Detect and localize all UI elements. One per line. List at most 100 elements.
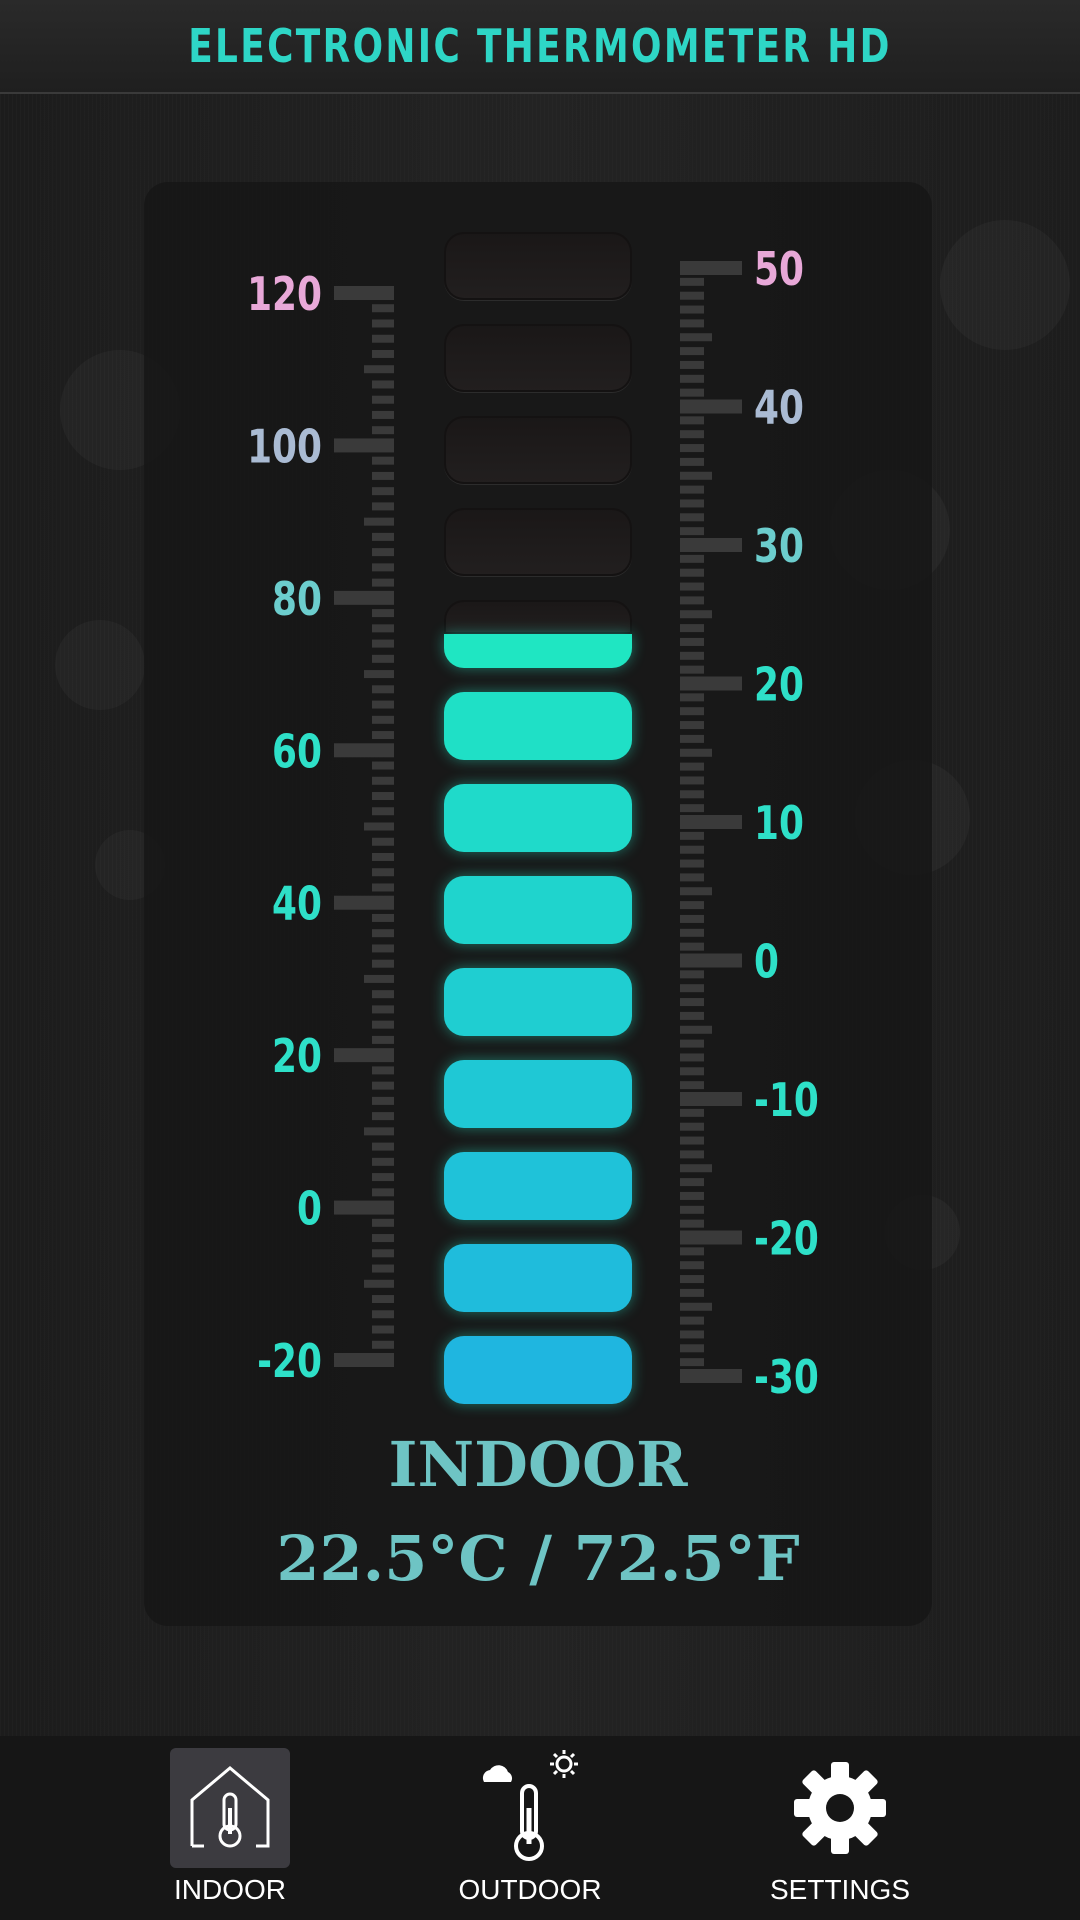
celsius-tick — [680, 624, 704, 633]
celsius-tick — [680, 815, 742, 829]
fahrenheit-label: 40 — [272, 877, 322, 931]
fahrenheit-tick — [372, 1112, 394, 1121]
celsius-tick — [680, 1275, 704, 1284]
celsius-tick — [680, 953, 742, 968]
celsius-tick — [680, 1150, 704, 1159]
celsius-tick — [680, 928, 704, 937]
fahrenheit-tick — [364, 1127, 394, 1136]
fahrenheit-tick — [364, 670, 394, 679]
celsius-tick — [680, 610, 712, 619]
fahrenheit-label: 60 — [272, 725, 322, 779]
celsius-label: -20 — [754, 1212, 819, 1266]
thermometer-segment-unlit — [444, 508, 632, 576]
thermometer-segment-unlit — [444, 324, 632, 392]
celsius-tick — [680, 347, 704, 356]
celsius-tick — [680, 444, 704, 453]
celsius-tick — [680, 457, 704, 466]
celsius-tick — [680, 942, 704, 951]
fahrenheit-label: 0 — [297, 1182, 322, 1236]
fahrenheit-tick — [372, 471, 394, 480]
thermometer-segment-lit — [444, 692, 632, 760]
fahrenheit-tick — [372, 1264, 394, 1273]
celsius-tick — [680, 538, 742, 552]
celsius-tick — [680, 527, 704, 536]
fahrenheit-tick — [334, 590, 394, 605]
celsius-tick — [680, 651, 704, 660]
celsius-tick — [680, 721, 704, 730]
fahrenheit-label: -20 — [257, 1335, 322, 1389]
fahrenheit-tick — [372, 1035, 394, 1044]
fahrenheit-tick — [372, 731, 394, 740]
celsius-tick — [680, 873, 704, 882]
celsius-tick — [680, 305, 704, 314]
celsius-tick — [680, 845, 704, 854]
celsius-tick — [680, 693, 704, 702]
nav-label: INDOOR — [174, 1874, 286, 1905]
celsius-tick — [680, 707, 704, 716]
fahrenheit-tick — [334, 1048, 394, 1063]
fahrenheit-tick — [372, 548, 394, 557]
fahrenheit-tick — [372, 639, 394, 648]
fahrenheit-tick — [372, 380, 394, 389]
fahrenheit-tick — [372, 624, 394, 633]
fahrenheit-tick — [372, 929, 394, 938]
celsius-tick — [680, 261, 742, 275]
fahrenheit-label: 80 — [272, 572, 322, 626]
fahrenheit-tick — [372, 304, 394, 313]
fahrenheit-label: 100 — [247, 420, 322, 474]
fahrenheit-tick — [364, 517, 394, 526]
fahrenheit-ticks — [334, 286, 394, 1367]
celsius-tick — [680, 637, 704, 646]
fahrenheit-tick — [372, 654, 394, 663]
fahrenheit-tick — [372, 319, 394, 328]
thermometer-segment-lit — [444, 1336, 632, 1404]
celsius-tick — [680, 1053, 704, 1062]
nav-settings[interactable]: SETTINGS — [710, 1736, 970, 1920]
fahrenheit-tick — [372, 715, 394, 724]
nav-label: OUTDOOR — [458, 1874, 602, 1905]
celsius-tick — [680, 1219, 704, 1228]
celsius-label: 50 — [754, 243, 804, 297]
fahrenheit-tick — [372, 1142, 394, 1151]
gear-icon — [780, 1748, 900, 1868]
weather-thermometer-icon — [470, 1748, 590, 1868]
fahrenheit-tick — [372, 1066, 394, 1075]
celsius-tick — [680, 277, 704, 286]
celsius-tick — [680, 790, 704, 799]
thermometer-segment-lit — [444, 876, 632, 944]
house-thermometer-icon — [170, 1748, 290, 1868]
celsius-tick — [680, 485, 704, 494]
celsius-tick — [680, 1108, 704, 1117]
bottom-navigation: INDOOR OUTDOOR SETTINGS — [0, 1736, 1080, 1920]
fahrenheit-label: 120 — [247, 268, 322, 322]
celsius-tick — [680, 1230, 742, 1245]
celsius-tick — [680, 513, 704, 522]
nav-outdoor[interactable]: OUTDOOR — [400, 1736, 660, 1920]
fahrenheit-tick — [372, 700, 394, 709]
nav-label: SETTINGS — [769, 1874, 910, 1905]
fahrenheit-tick — [372, 959, 394, 968]
celsius-tick — [680, 831, 704, 840]
fahrenheit-tick — [372, 334, 394, 343]
celsius-tick — [680, 901, 704, 910]
thermometer-segment-unlit — [444, 600, 632, 634]
fahrenheit-tick — [372, 487, 394, 496]
celsius-ticks — [680, 261, 742, 1383]
celsius-tick — [680, 430, 704, 439]
fahrenheit-tick — [372, 776, 394, 785]
celsius-label: -10 — [754, 1074, 819, 1128]
nav-indoor[interactable]: INDOOR — [100, 1736, 360, 1920]
celsius-tick — [680, 1288, 704, 1297]
fahrenheit-tick — [334, 438, 394, 453]
fahrenheit-tick — [372, 1340, 394, 1349]
celsius-label: 0 — [754, 935, 779, 989]
celsius-label: 30 — [754, 520, 804, 574]
celsius-tick — [680, 734, 704, 743]
celsius-tick — [680, 984, 704, 993]
celsius-label: 10 — [754, 797, 804, 851]
fahrenheit-tick — [372, 852, 394, 861]
fahrenheit-tick — [372, 761, 394, 770]
fahrenheit-tick — [372, 349, 394, 358]
celsius-tick — [680, 1136, 704, 1145]
fahrenheit-tick — [372, 1188, 394, 1197]
